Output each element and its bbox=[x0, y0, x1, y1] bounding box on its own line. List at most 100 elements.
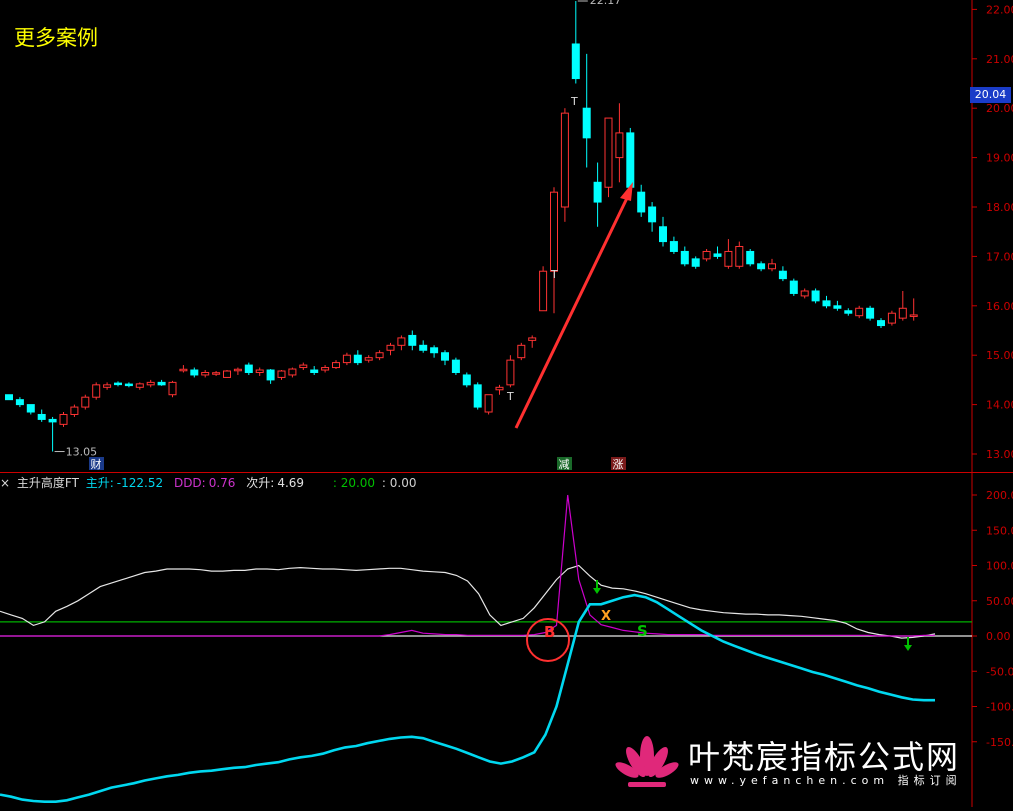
candle bbox=[735, 241, 744, 269]
candle-body bbox=[909, 314, 918, 317]
candle bbox=[517, 342, 526, 361]
candle bbox=[5, 394, 13, 401]
candle-body bbox=[735, 246, 744, 267]
candle bbox=[190, 367, 199, 378]
price-axis-label: 16.00 bbox=[986, 300, 1013, 313]
ind-axis-label: 150.0 bbox=[986, 524, 1013, 537]
candle-body bbox=[626, 132, 635, 188]
down-arrow-icon-head bbox=[904, 645, 912, 651]
ind-close-icon[interactable]: × bbox=[0, 476, 10, 490]
candle bbox=[310, 366, 319, 375]
candle bbox=[430, 345, 439, 358]
event-jian-tag-text: 减 bbox=[559, 458, 570, 471]
candle bbox=[593, 162, 602, 227]
candle-body bbox=[114, 382, 122, 386]
price-axis-label: 17.00 bbox=[986, 250, 1013, 263]
candle bbox=[408, 330, 417, 351]
candle bbox=[724, 239, 733, 269]
cross-signal-X: X bbox=[601, 609, 611, 624]
candle bbox=[397, 335, 406, 351]
candle-body bbox=[375, 352, 384, 359]
candle-body bbox=[288, 368, 297, 376]
candle bbox=[855, 305, 864, 319]
candle-body bbox=[364, 357, 373, 361]
candle-body bbox=[59, 413, 68, 425]
candle bbox=[124, 382, 133, 388]
candle-body bbox=[37, 413, 46, 420]
ind-axis-label: 50.00 bbox=[986, 595, 1013, 608]
candle-body bbox=[332, 362, 340, 369]
candle bbox=[462, 372, 471, 388]
candle bbox=[844, 308, 853, 316]
candle bbox=[15, 397, 24, 408]
candle-body bbox=[146, 381, 155, 386]
candle bbox=[887, 310, 896, 326]
candle bbox=[103, 382, 112, 390]
candle bbox=[866, 305, 875, 321]
ind-axis-label: 100.0 bbox=[986, 560, 1013, 573]
candle-body bbox=[724, 250, 733, 267]
candle bbox=[582, 53, 591, 168]
candle bbox=[375, 350, 384, 361]
price-axis-label: 20.00 bbox=[986, 102, 1013, 115]
ind-axis-label: -50.00 bbox=[986, 665, 1013, 678]
candle-body bbox=[822, 300, 831, 307]
candle-body bbox=[713, 253, 722, 257]
candle bbox=[877, 318, 885, 329]
candle-body bbox=[800, 290, 809, 297]
candle-body bbox=[441, 352, 449, 361]
candle bbox=[659, 216, 667, 247]
cs-value: 4.69 bbox=[277, 476, 305, 490]
candle bbox=[277, 370, 286, 380]
candle bbox=[746, 248, 755, 267]
candle-body bbox=[124, 383, 133, 387]
candle-body bbox=[462, 374, 471, 386]
candle bbox=[92, 382, 101, 400]
candle-body bbox=[48, 418, 57, 423]
candle bbox=[59, 412, 68, 427]
candle-body bbox=[615, 132, 624, 159]
lotus-icon bbox=[615, 736, 679, 787]
price-axis-label: 21.00 bbox=[986, 53, 1013, 66]
candle bbox=[800, 288, 809, 299]
candle bbox=[768, 258, 776, 272]
candle bbox=[713, 246, 722, 259]
candle-body bbox=[244, 364, 253, 373]
candle-body bbox=[201, 371, 210, 376]
candle bbox=[495, 384, 504, 395]
candle-body bbox=[484, 394, 493, 413]
candle-body bbox=[680, 250, 689, 265]
candle-body bbox=[233, 368, 242, 372]
candle bbox=[473, 382, 482, 410]
candle bbox=[288, 367, 297, 378]
candle-body bbox=[157, 381, 166, 386]
candle-body bbox=[517, 344, 526, 359]
candle bbox=[615, 103, 624, 183]
candle-body bbox=[81, 396, 90, 408]
ind-axis-label: 0.00 bbox=[986, 630, 1011, 643]
candle-body bbox=[833, 305, 842, 309]
low-label: 13.05 bbox=[66, 446, 98, 459]
candle-body bbox=[473, 384, 482, 408]
candle-body bbox=[539, 270, 548, 312]
zs-label: 主升: bbox=[85, 476, 114, 490]
candle bbox=[419, 340, 428, 353]
candle-body bbox=[571, 43, 580, 80]
candle-body bbox=[223, 370, 231, 378]
candle bbox=[528, 335, 537, 348]
candle-body bbox=[669, 241, 678, 252]
candle bbox=[648, 202, 657, 232]
candle-body bbox=[659, 226, 667, 243]
candle bbox=[539, 266, 548, 312]
high-label: 22.17 bbox=[590, 0, 622, 7]
event-zhang-tag: 涨 bbox=[611, 457, 626, 471]
event-zhang-tag-text: 涨 bbox=[613, 458, 624, 471]
price-axis-label: 19.00 bbox=[986, 152, 1013, 165]
candle-body bbox=[877, 320, 885, 327]
candle bbox=[321, 365, 330, 373]
t-marker: T bbox=[550, 268, 558, 281]
candle-body bbox=[255, 369, 264, 373]
candle bbox=[212, 371, 221, 376]
event-cai-tag: 财 bbox=[89, 457, 104, 471]
candle bbox=[299, 362, 308, 371]
